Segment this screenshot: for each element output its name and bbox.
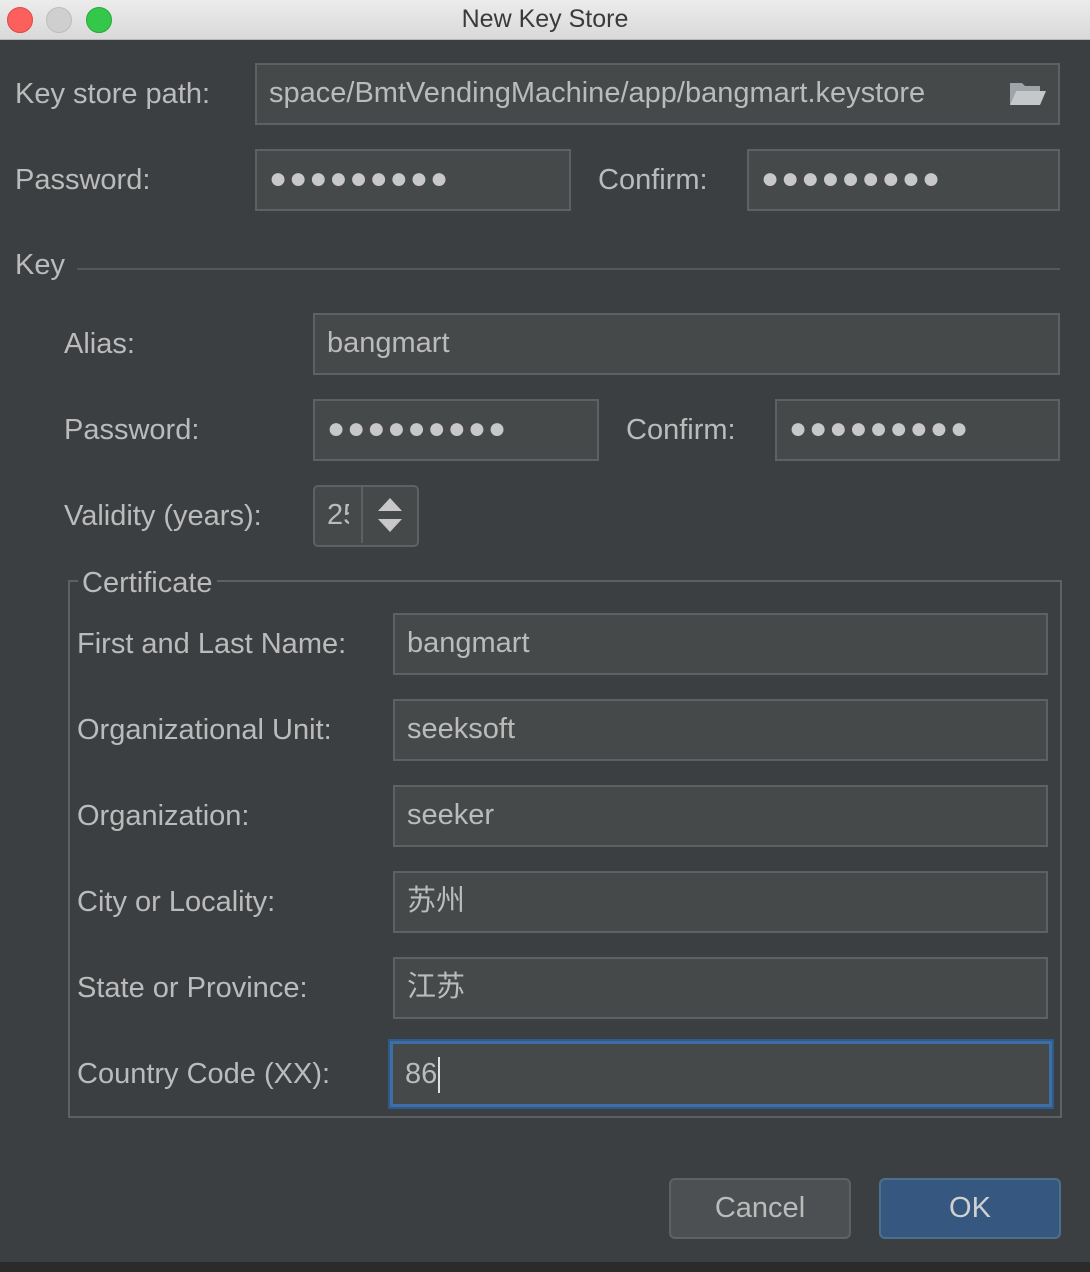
country-code-label: Country Code (XX):: [77, 1058, 331, 1090]
name-field[interactable]: bangmart: [393, 613, 1048, 675]
window-title: New Key Store: [461, 5, 629, 33]
name-label: First and Last Name:: [77, 628, 347, 660]
alias-field[interactable]: bangmart: [313, 313, 1060, 375]
cancel-button[interactable]: Cancel: [669, 1178, 851, 1239]
organization-label: Organization:: [77, 800, 250, 832]
keystore-path-value: space/BmtVendingMachine/app/bangmart.key…: [269, 77, 926, 109]
title-bar: New Key Store: [0, 0, 1090, 40]
keystore-password-label: Password:: [15, 164, 151, 196]
keystore-confirm-label: Confirm:: [598, 164, 708, 196]
text-caret: [438, 1057, 441, 1094]
org-unit-field[interactable]: seeksoft: [393, 699, 1048, 761]
arrow-down-icon[interactable]: [378, 519, 402, 532]
city-field[interactable]: 苏州: [393, 871, 1048, 933]
city-label: City or Locality:: [77, 886, 276, 918]
key-confirm-label: Confirm:: [626, 414, 736, 446]
keystore-path-field[interactable]: space/BmtVendingMachine/app/bangmart.key…: [255, 63, 1060, 125]
key-section-title: Key: [15, 249, 65, 281]
key-password-field[interactable]: ●●●●●●●●●: [313, 399, 599, 461]
state-field[interactable]: 江苏: [393, 957, 1048, 1019]
keystore-path-label: Key store path:: [15, 78, 211, 110]
folder-open-icon[interactable]: [1008, 77, 1048, 109]
validity-spinner[interactable]: 25: [313, 485, 419, 547]
window-bottom-edge: [0, 1262, 1090, 1272]
keystore-password-field[interactable]: ●●●●●●●●●: [255, 149, 571, 211]
ok-button[interactable]: OK: [879, 1178, 1061, 1239]
organization-field[interactable]: seeker: [393, 785, 1048, 847]
country-code-field[interactable]: 86: [390, 1041, 1052, 1107]
key-section-divider: [77, 268, 1060, 270]
validity-label: Validity (years):: [64, 500, 262, 532]
org-unit-label: Organizational Unit:: [77, 714, 332, 746]
spinner-buttons[interactable]: [361, 487, 419, 543]
key-confirm-field[interactable]: ●●●●●●●●●: [775, 399, 1060, 461]
country-code-value: 86: [405, 1058, 438, 1090]
arrow-up-icon[interactable]: [378, 498, 402, 511]
certificate-title: Certificate: [78, 566, 217, 600]
validity-value[interactable]: 25: [327, 487, 349, 543]
alias-label: Alias:: [64, 328, 135, 360]
keystore-confirm-field[interactable]: ●●●●●●●●●: [747, 149, 1060, 211]
state-label: State or Province:: [77, 972, 308, 1004]
key-password-label: Password:: [64, 414, 200, 446]
